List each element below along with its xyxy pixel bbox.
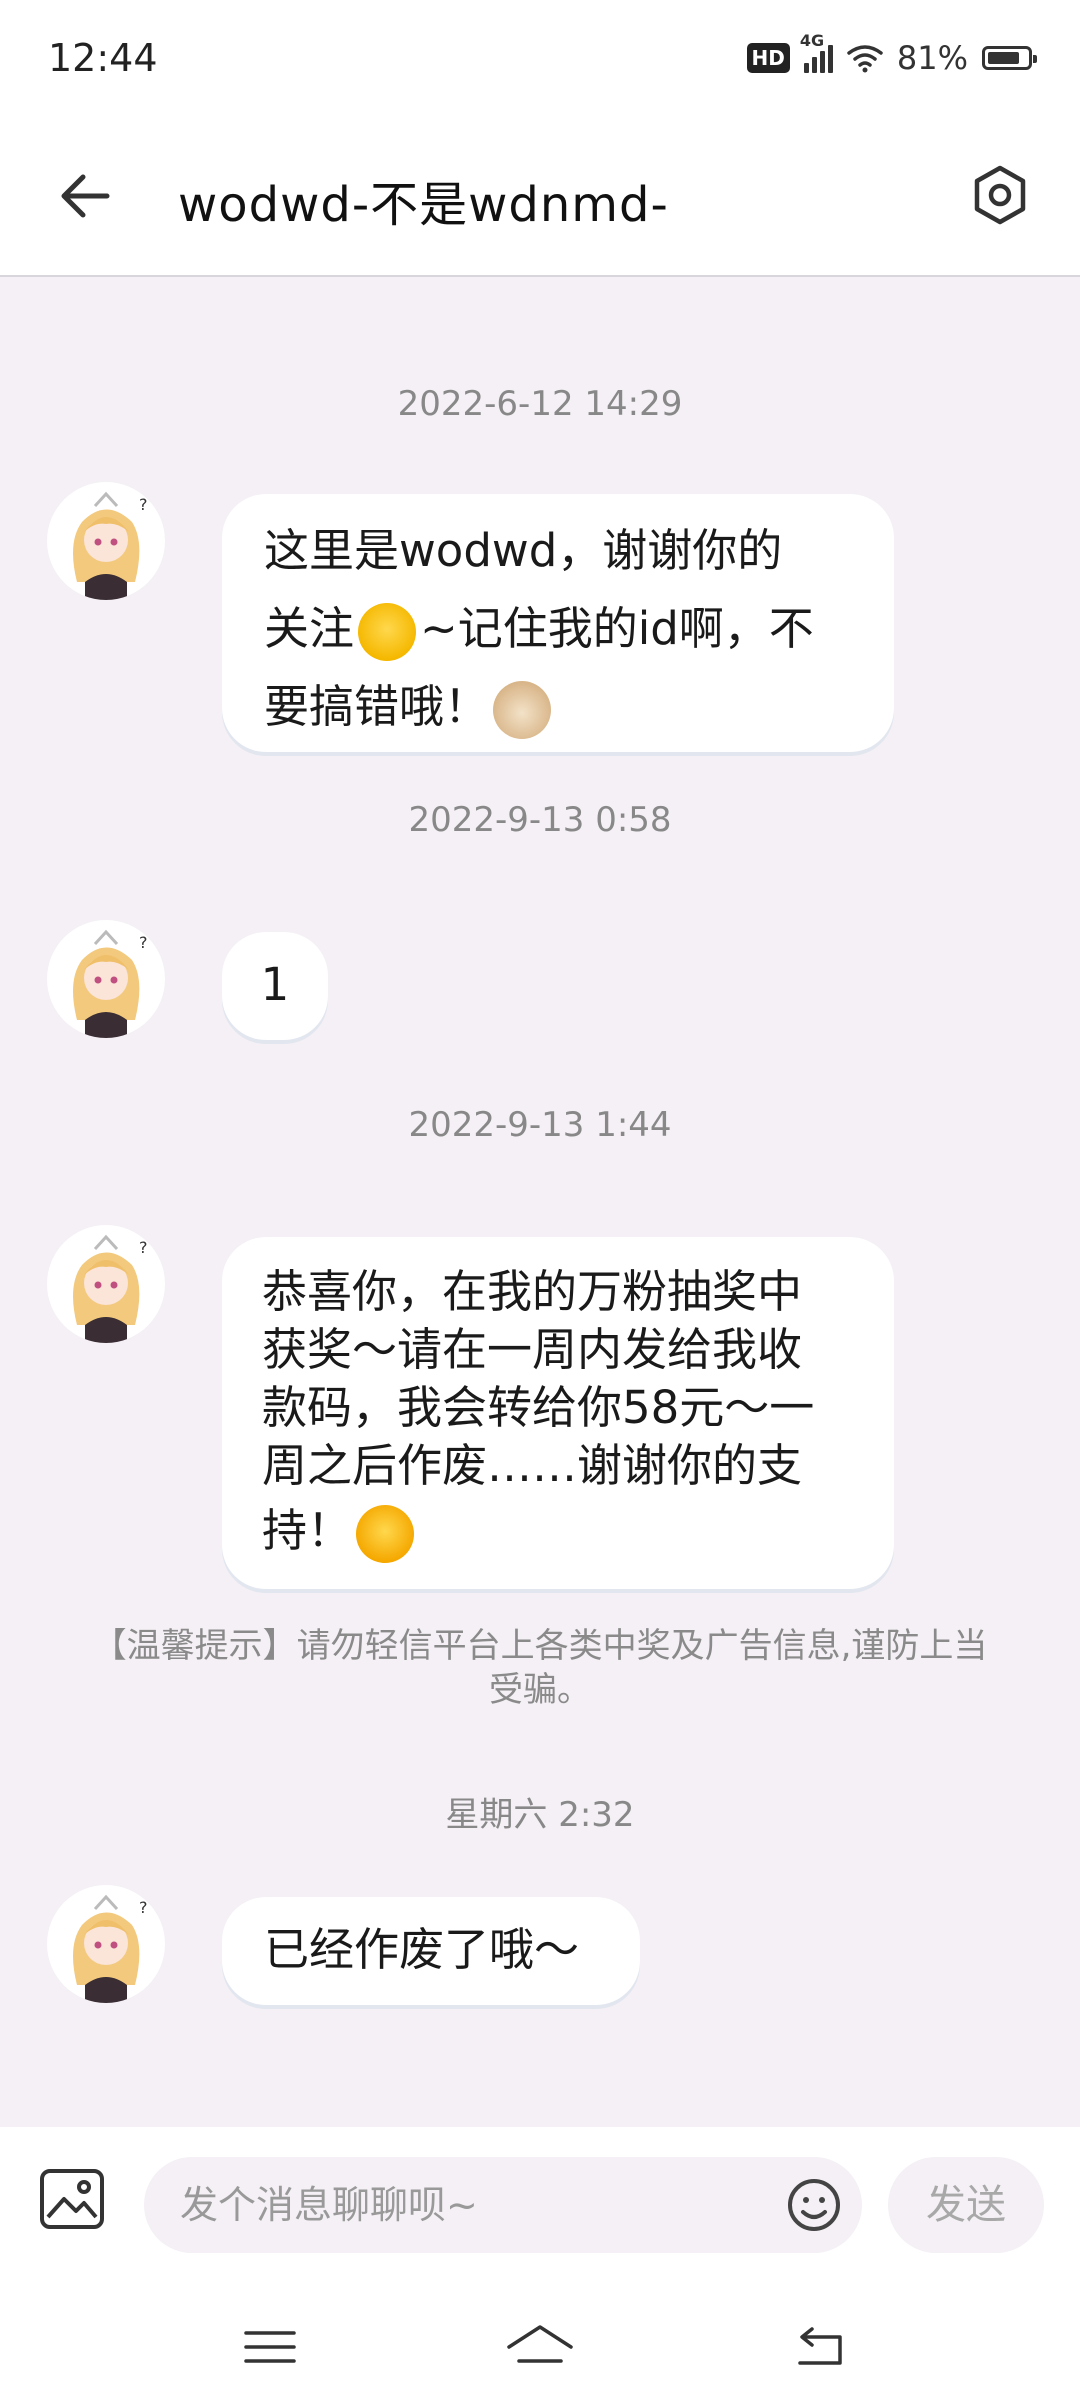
hugging-face-emoji-icon <box>356 1505 415 1563</box>
message-line: 款码，我会转给你58元～一 <box>262 1381 815 1434</box>
message-line: 周之后作废……谢谢你的支 <box>262 1439 803 1492</box>
status-time: 12:44 <box>48 36 158 80</box>
sender-avatar[interactable]: ? <box>47 1225 165 1343</box>
sender-avatar[interactable]: ? <box>47 1885 165 2003</box>
message-line: 持！ <box>262 1495 854 1567</box>
message-text: 1 <box>260 958 290 1011</box>
smiley-face-icon <box>788 2179 840 2231</box>
message-timestamp: 星期六 2:32 <box>445 1795 635 1835</box>
anime-girl-avatar-icon: ? <box>48 483 164 600</box>
message-timestamp: 2022-9-13 0:58 <box>408 800 672 840</box>
chat-title: wodwd-不是wdnmd- <box>178 177 669 233</box>
arrow-left-icon <box>61 174 110 218</box>
message-bubble[interactable]: 恭喜你，在我的万粉抽奖中 获奖～请在一周内发给我收 款码，我会转给你58元～一 … <box>222 1237 894 1589</box>
message-bubble[interactable]: 1 <box>222 932 328 1040</box>
anime-girl-avatar-icon: ? <box>48 921 164 1038</box>
battery-icon <box>982 46 1037 70</box>
message-timestamp: 2022-9-13 1:44 <box>408 1105 672 1145</box>
sender-avatar[interactable]: ? <box>47 920 165 1038</box>
status-bar: 12:44 HD 4G 81% <box>0 0 1080 125</box>
message-bubble[interactable]: 这里是wodwd，谢谢你的 关注 ~记住我的id啊，不 要搞错哦！ <box>222 494 894 752</box>
svg-text:?: ? <box>139 1898 148 1917</box>
emoji-button[interactable] <box>786 2177 842 2233</box>
chat-messages[interactable]: 2022-6-12 14:29 ? 这里是wodwd，谢谢你的 关注 ~记住我的i… <box>0 277 1080 2127</box>
image-picker-button[interactable] <box>38 2167 106 2231</box>
message-line: 关注 ~记住我的id啊，不 <box>264 590 852 668</box>
hexagon-settings-icon <box>974 165 1026 225</box>
message-timestamp: 2022-6-12 14:29 <box>397 384 683 424</box>
hd-icon: HD <box>746 43 790 73</box>
back-button[interactable] <box>50 161 120 231</box>
home-icon[interactable] <box>505 2317 575 2377</box>
cellular-signal-icon: 4G <box>800 31 833 73</box>
anime-girl-avatar-icon: ? <box>48 1226 164 1343</box>
network-type-label: 4G <box>799 31 825 50</box>
chat-header: wodwd-不是wdnmd- <box>0 125 1080 277</box>
wifi-icon <box>847 45 883 73</box>
menu-icon[interactable] <box>240 2317 300 2377</box>
warning-tip: 【温馨提示】请勿轻信平台上各类中奖及广告信息,谨防上当受骗。 <box>92 1626 988 1710</box>
sender-avatar[interactable]: ? <box>47 482 165 600</box>
battery-percent: 81% <box>896 39 968 77</box>
anime-girl-avatar-icon: ? <box>48 1886 164 2003</box>
status-icons: HD 4G 81% <box>746 31 1037 78</box>
image-icon <box>40 2169 104 2229</box>
message-line: 这里是wodwd，谢谢你的 <box>264 524 783 577</box>
message-text: 已经作废了哦～ <box>264 1923 580 1976</box>
message-line: 要搞错哦！ <box>264 668 852 746</box>
svg-text:?: ? <box>139 495 148 514</box>
settings-button[interactable] <box>960 155 1040 235</box>
back-nav-icon[interactable] <box>790 2317 850 2377</box>
send-button[interactable]: 发送 <box>888 2157 1044 2253</box>
dog-face-emoji-icon <box>493 681 552 739</box>
message-line: 恭喜你，在我的万粉抽奖中 <box>262 1265 803 1318</box>
smiling-face-emoji-icon <box>358 603 417 661</box>
message-bubble[interactable]: 已经作废了哦～ <box>222 1897 640 2005</box>
svg-text:?: ? <box>139 1238 148 1257</box>
message-input[interactable]: 发个消息聊聊呗~ <box>144 2157 862 2253</box>
message-input-bar: 发个消息聊聊呗~ 发送 <box>0 2127 1080 2408</box>
message-line: 获奖～请在一周内发给我收 <box>262 1323 803 1376</box>
svg-text:?: ? <box>139 933 148 952</box>
